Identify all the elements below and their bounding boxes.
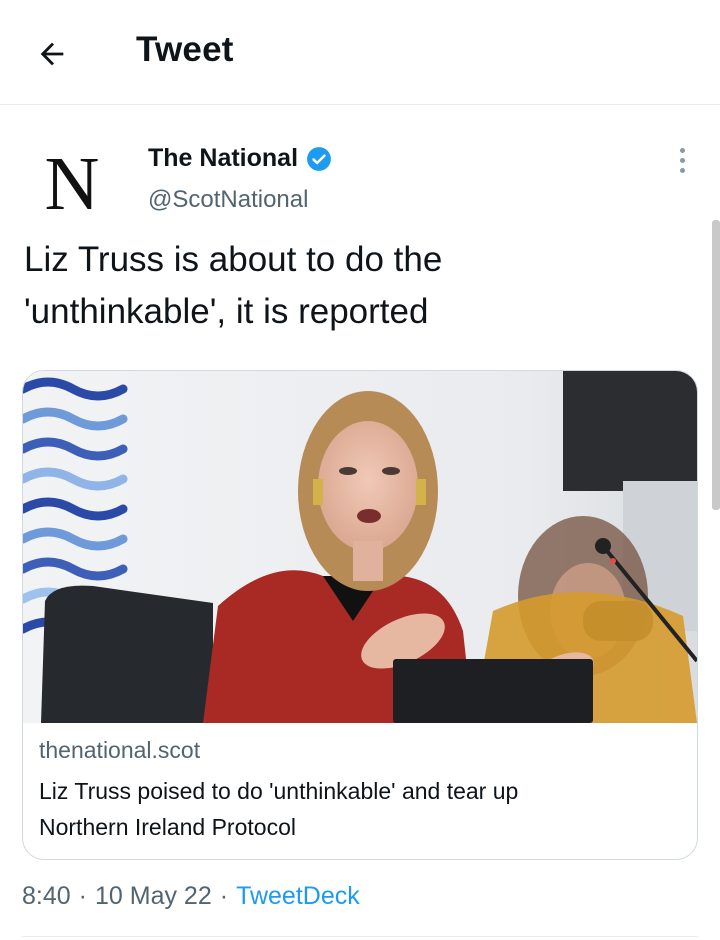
scrollbar[interactable] — [712, 220, 720, 510]
card-domain: thenational.scot — [39, 737, 201, 763]
verified-badge-icon — [307, 146, 331, 171]
article-photo — [23, 371, 697, 723]
more-dots-icon — [679, 147, 685, 153]
top-bar: Tweet — [0, 0, 720, 105]
arrow-left-icon — [40, 42, 64, 66]
divider — [22, 936, 698, 937]
more-dot — [679, 167, 685, 173]
meta-separator: · — [78, 882, 87, 910]
tweet-time[interactable]: 8:40 — [22, 882, 71, 911]
author-handle[interactable]: @ScotNational — [148, 186, 308, 214]
card-image — [23, 371, 697, 723]
link-preview-card[interactable]: thenational.scot Liz Truss poised to do … — [22, 370, 698, 860]
author-name-link[interactable]: The National — [148, 144, 332, 173]
tweet-text: Liz Truss is about to do the 'unthinkabl… — [24, 234, 664, 338]
meta-separator: · — [219, 882, 229, 910]
tweet-text-line: Liz Truss is about to do the — [24, 240, 443, 279]
more-options-button[interactable] — [668, 140, 696, 180]
card-title-line: Liz Truss poised to do 'unthinkable' and… — [39, 778, 519, 804]
back-button[interactable] — [30, 32, 74, 76]
avatar-logo: N — [44, 142, 100, 226]
tweet-date[interactable]: 10 May 22 — [95, 882, 212, 911]
avatar[interactable]: N — [28, 140, 116, 228]
author-name: The National — [148, 144, 299, 172]
tweet-meta: 8:40 · 10 May 22 · TweetDeck — [22, 882, 360, 911]
card-title-line: Northern Ireland Protocol — [39, 814, 296, 840]
more-dot — [679, 157, 685, 163]
tweet-text-line: 'unthinkable', it is reported — [24, 292, 429, 331]
page-title: Tweet — [136, 30, 234, 69]
card-title: Liz Truss poised to do 'unthinkable' and… — [39, 773, 679, 845]
tweet-source-link[interactable]: TweetDeck — [236, 882, 360, 911]
